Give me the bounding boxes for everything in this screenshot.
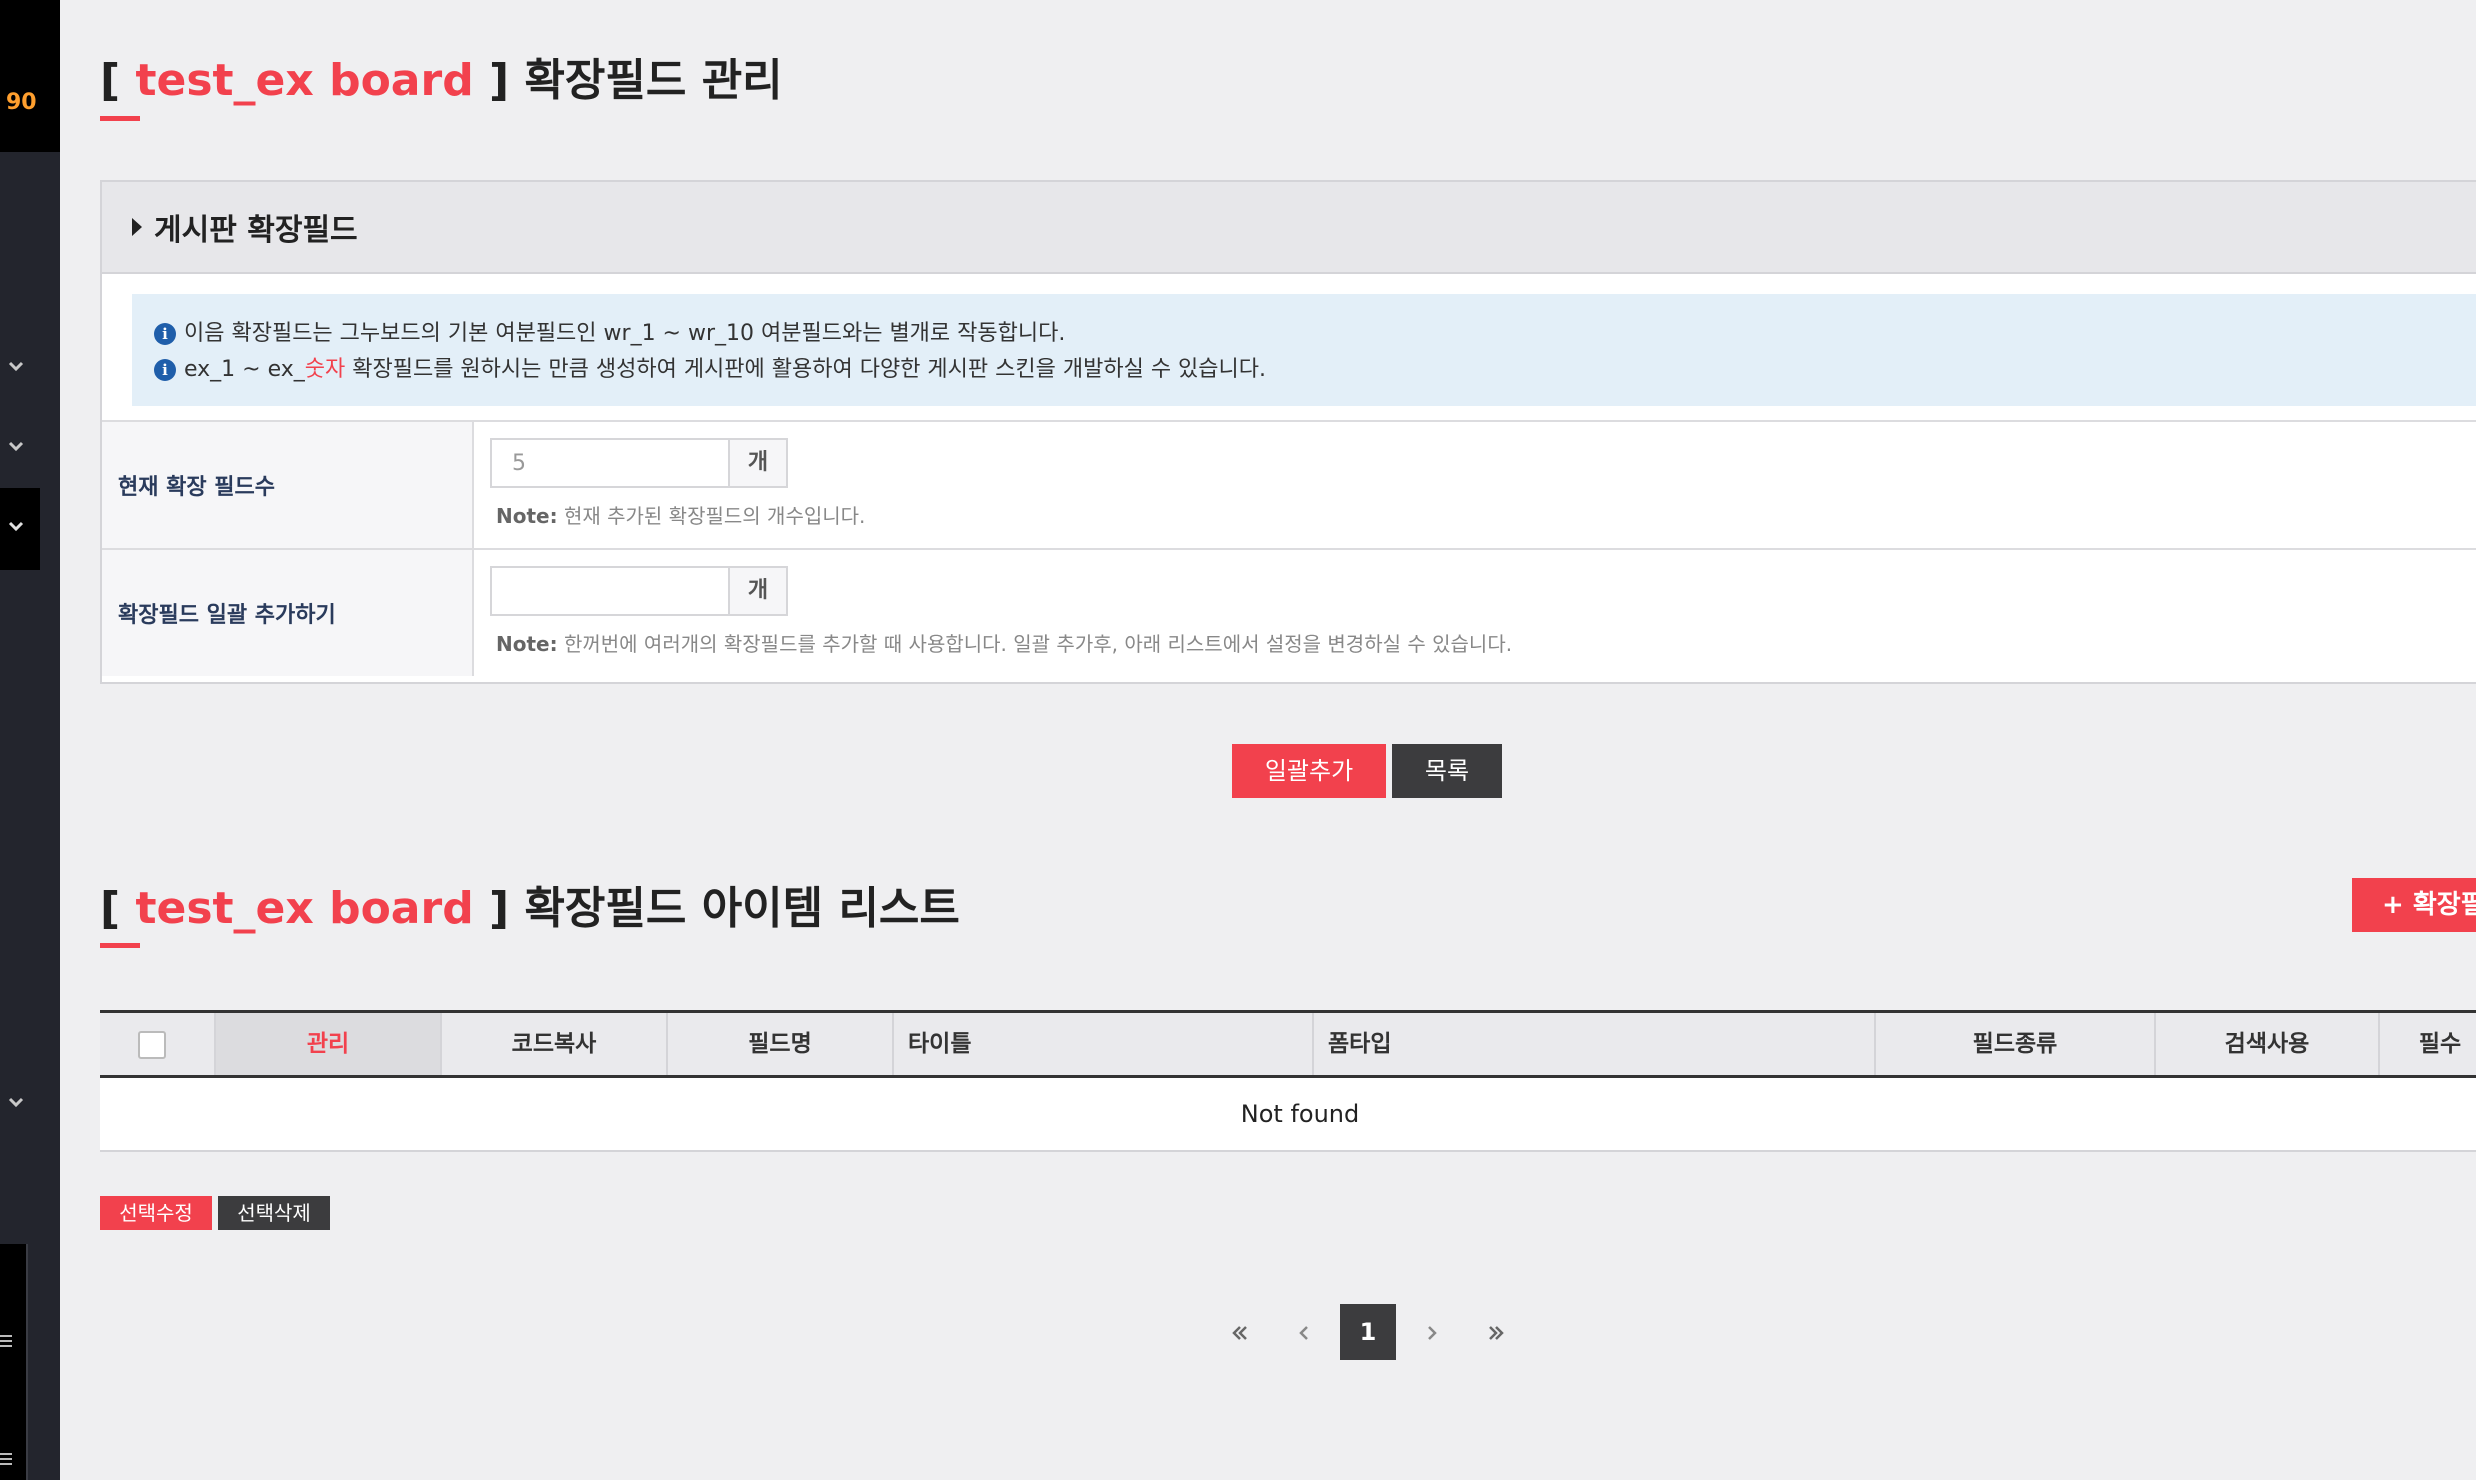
caret-right-icon (132, 218, 142, 236)
prev-page-icon[interactable] (1276, 1304, 1332, 1360)
current-field-count-label: 현재 확장 필드수 (102, 422, 474, 548)
chevron-down-icon (4, 516, 28, 540)
list-icon[interactable] (0, 1332, 14, 1352)
next-page-icon[interactable] (1404, 1304, 1460, 1360)
edit-selected-button[interactable]: 선택수정 (100, 1196, 212, 1230)
info-icon: i (154, 323, 176, 345)
title-underline (100, 116, 140, 121)
column-header-title[interactable]: 타이틀 (894, 1013, 1314, 1075)
sidebar-submenu (0, 1244, 28, 1480)
info-highlight: 숫자 (304, 357, 346, 382)
note-label: Note: (496, 504, 558, 528)
bulk-add-group: 개 (490, 566, 788, 616)
table-header: 관리 코드복사 필드명 타이틀 폼타입 필드종류 검색사용 필수 (100, 1010, 2476, 1078)
page-title: [ test_ex board ] 확장필드 관리 (100, 44, 783, 108)
unit-label: 개 (728, 566, 788, 616)
title-text: 확장필드 관리 (524, 55, 783, 106)
note-text: 한꺼번에 여러개의 확장필드를 추가할 때 사용합니다. 일괄 추가후, 아래 … (557, 632, 1513, 656)
list-icon[interactable] (0, 1450, 14, 1470)
column-header-manage[interactable]: 관리 (216, 1013, 442, 1075)
unit-label: 개 (728, 438, 788, 488)
info-icon: i (154, 359, 176, 381)
last-page-icon[interactable] (1468, 1304, 1524, 1360)
chevron-down-icon[interactable] (4, 356, 28, 380)
select-all-checkbox[interactable] (138, 1031, 166, 1059)
info-box: i 이음 확장필드는 그누보드의 기본 여분필드인 wr_1 ~ wr_10 여… (132, 294, 2476, 406)
info-text: 확장필드를 원하시는 만큼 생성하여 게시판에 활용하여 다양한 게시판 스킨을… (345, 357, 1267, 382)
title-bracket: ] (489, 883, 510, 934)
bulk-add-button[interactable]: 일괄추가 (1232, 744, 1386, 798)
delete-selected-button[interactable]: 선택삭제 (218, 1196, 330, 1230)
sidebar-active-item[interactable] (0, 488, 40, 570)
title-bracket: [ (100, 55, 121, 106)
title-bracket: [ (100, 883, 121, 934)
info-line: i 이음 확장필드는 그누보드의 기본 여분필드인 wr_1 ~ wr_10 여… (154, 316, 2476, 352)
empty-message: Not found (1240, 1100, 1360, 1128)
info-line: i ex_1 ~ ex_ 숫자 확장필드를 원하시는 만큼 생성하여 게시판에 활… (154, 352, 2476, 388)
info-text: 이음 확장필드는 그누보드의 기본 여분필드인 wr_1 ~ wr_10 여분필… (184, 321, 1066, 346)
field-note: Note: 현재 추가된 확장필드의 개수입니다. (496, 500, 865, 529)
column-header-field-type[interactable]: 필드종류 (1876, 1013, 2156, 1075)
column-header-form-type[interactable]: 폼타입 (1314, 1013, 1876, 1075)
select-all-cell (100, 1013, 216, 1075)
title-bracket: ] (489, 55, 510, 106)
chevron-down-icon[interactable] (4, 436, 28, 460)
panel-heading: 게시판 확장필드 (102, 182, 2476, 274)
current-field-count-group: 개 (490, 438, 788, 488)
column-header-copy-code[interactable]: 코드복사 (442, 1013, 668, 1075)
sidebar-counter: 90 (6, 90, 37, 115)
note-text: 현재 추가된 확장필드의 개수입니다. (557, 504, 866, 528)
list-title: [ test_ex board ] 확장필드 아이템 리스트 (100, 872, 960, 936)
field-note: Note: 한꺼번에 여러개의 확장필드를 추가할 때 사용합니다. 일괄 추가… (496, 628, 1512, 657)
info-text: ex_1 ~ ex_ (184, 357, 305, 382)
panel-heading-text: 게시판 확장필드 (154, 213, 358, 248)
bulk-add-row: 확장필드 일괄 추가하기 개 Note: 한꺼번에 여러개의 확장필드를 추가할… (102, 548, 2476, 676)
add-extension-field-button[interactable]: + 확장필드 (2352, 878, 2476, 932)
title-underline (100, 943, 140, 948)
bulk-add-label: 확장필드 일괄 추가하기 (102, 550, 474, 676)
board-name: test_ex board (135, 883, 474, 934)
column-header-required[interactable]: 필수 (2380, 1013, 2476, 1075)
current-field-count-row: 현재 확장 필드수 개 Note: 현재 추가된 확장필드의 개수입니다. (102, 420, 2476, 548)
note-label: Note: (496, 632, 558, 656)
sidebar-top-block: 90 (0, 0, 60, 152)
sidebar: 90 (0, 0, 60, 1480)
bulk-add-count-input[interactable] (490, 566, 728, 616)
list-button[interactable]: 목록 (1392, 744, 1502, 798)
extension-field-panel: 게시판 확장필드 i 이음 확장필드는 그누보드의 기본 여분필드인 wr_1 … (100, 180, 2476, 684)
current-field-count-input[interactable] (490, 438, 728, 488)
board-name: test_ex board (135, 55, 474, 106)
column-header-searchable[interactable]: 검색사용 (2156, 1013, 2380, 1075)
extension-field-table: 관리 코드복사 필드명 타이틀 폼타입 필드종류 검색사용 필수 Not fou… (100, 1010, 2476, 1152)
table-empty-row: Not found (100, 1078, 2476, 1152)
main-content: [ test_ex board ] 확장필드 관리 게시판 확장필드 i 이음 … (100, 0, 2476, 1480)
column-header-field-name[interactable]: 필드명 (668, 1013, 894, 1075)
page-number-current[interactable]: 1 (1340, 1304, 1396, 1360)
title-text: 확장필드 아이템 리스트 (524, 883, 960, 934)
first-page-icon[interactable] (1212, 1304, 1268, 1360)
chevron-down-icon[interactable] (4, 1092, 28, 1116)
